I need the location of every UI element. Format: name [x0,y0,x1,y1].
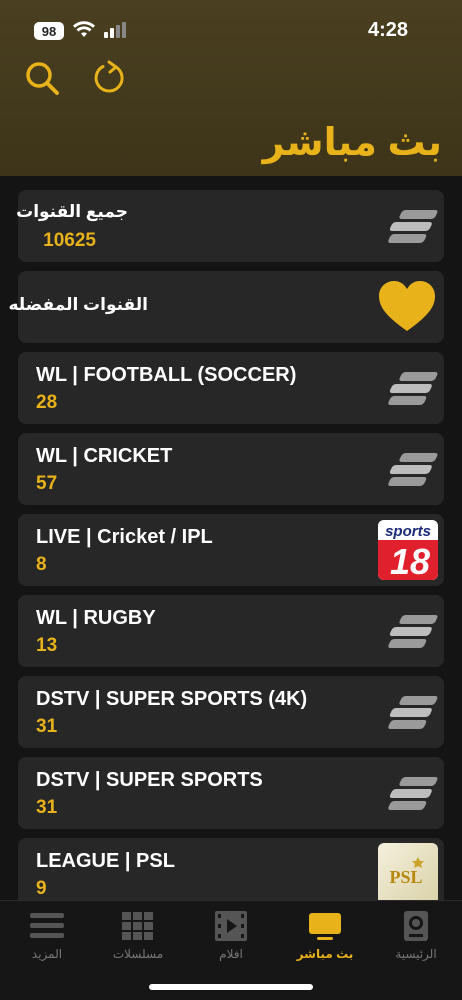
grid-icon [122,912,153,940]
tab-movies[interactable]: افلام [191,909,271,969]
home-indicator [149,984,313,990]
svg-text:18: 18 [390,541,430,580]
tab-label: بث مباشر [296,947,354,961]
stream-logo-icon [376,194,438,258]
category-name: LIVE | Cricket / IPL [36,526,213,548]
category-count: 28 [36,392,58,413]
refresh-button[interactable] [90,58,130,98]
category-name: جميع القنوات [16,202,128,221]
menu-icon [30,913,64,938]
category-name: DSTV | SUPER SPORTS [36,769,263,791]
tv-icon [309,913,341,940]
stream-logo-icon [376,599,438,663]
tab-label: مسلسلات [112,947,164,961]
status-bar: 98 4:28 [0,0,462,56]
category-count: 31 [36,716,58,737]
category-count: 9 [36,878,47,899]
psl-logo: PSL [378,843,438,905]
category-row-super-sports[interactable]: DSTV | SUPER SPORTS 31 [18,757,444,829]
tab-label: الرئيسية [395,947,437,961]
sports18-logo: sports 18 [378,520,438,580]
refresh-icon [94,60,124,93]
category-count: 8 [36,554,47,575]
stream-logo-icon [376,680,438,744]
stream-logo-icon [376,761,438,825]
category-row-ipl[interactable]: sports 18 LIVE | Cricket / IPL 8 [18,514,444,586]
category-name: DSTV | SUPER SPORTS (4K) [36,688,308,710]
home-icon [404,911,428,941]
film-icon [215,911,247,941]
category-name: LEAGUE | PSL [36,850,175,872]
svg-text:PSL: PSL [389,867,422,887]
category-row-rugby[interactable]: WL | RUGBY 13 [18,595,444,667]
page-title: بث مباشر [262,122,442,164]
category-row-all-channels[interactable]: جميع القنوات 10625 [16,190,444,262]
battery-indicator: 98 [34,22,64,40]
tab-label: افلام [219,947,243,961]
category-count: 57 [36,473,58,494]
svg-text:sports: sports [385,523,431,540]
header: 98 4:28 بث مباشر [0,0,462,176]
wifi-icon [73,21,95,37]
tab-live[interactable]: بث مباشر [285,909,365,969]
category-name: WL | CRICKET [36,445,173,467]
category-row-football[interactable]: WL | FOOTBALL (SOCCER) 28 [18,352,444,424]
category-row-cricket[interactable]: WL | CRICKET 57 [18,433,444,505]
stream-logo-icon [376,356,438,420]
search-icon [26,62,59,95]
tab-label: المزيد [31,947,63,961]
tab-more[interactable]: المزيد [7,909,87,969]
search-button[interactable] [22,58,62,98]
stream-logo-icon [376,437,438,501]
category-count: 13 [36,635,58,656]
category-list: جميع القنوات 10625 القنوات المفضله WL | … [8,190,444,919]
category-count: 31 [36,797,58,818]
tab-home[interactable]: الرئيسية [376,909,456,969]
signal-icon [104,22,126,38]
status-time: 4:28 [367,19,408,41]
category-row-favorites[interactable]: القنوات المفضله [8,271,444,343]
category-count: 10625 [43,230,96,251]
category-name: WL | FOOTBALL (SOCCER) [36,364,297,386]
category-name: WL | RUGBY [36,607,156,629]
heart-icon [376,275,438,339]
tab-series[interactable]: مسلسلات [98,909,178,969]
category-row-super-sports-4k[interactable]: DSTV | SUPER SPORTS (4K) 31 [18,676,444,748]
category-name: القنوات المفضله [8,295,148,314]
